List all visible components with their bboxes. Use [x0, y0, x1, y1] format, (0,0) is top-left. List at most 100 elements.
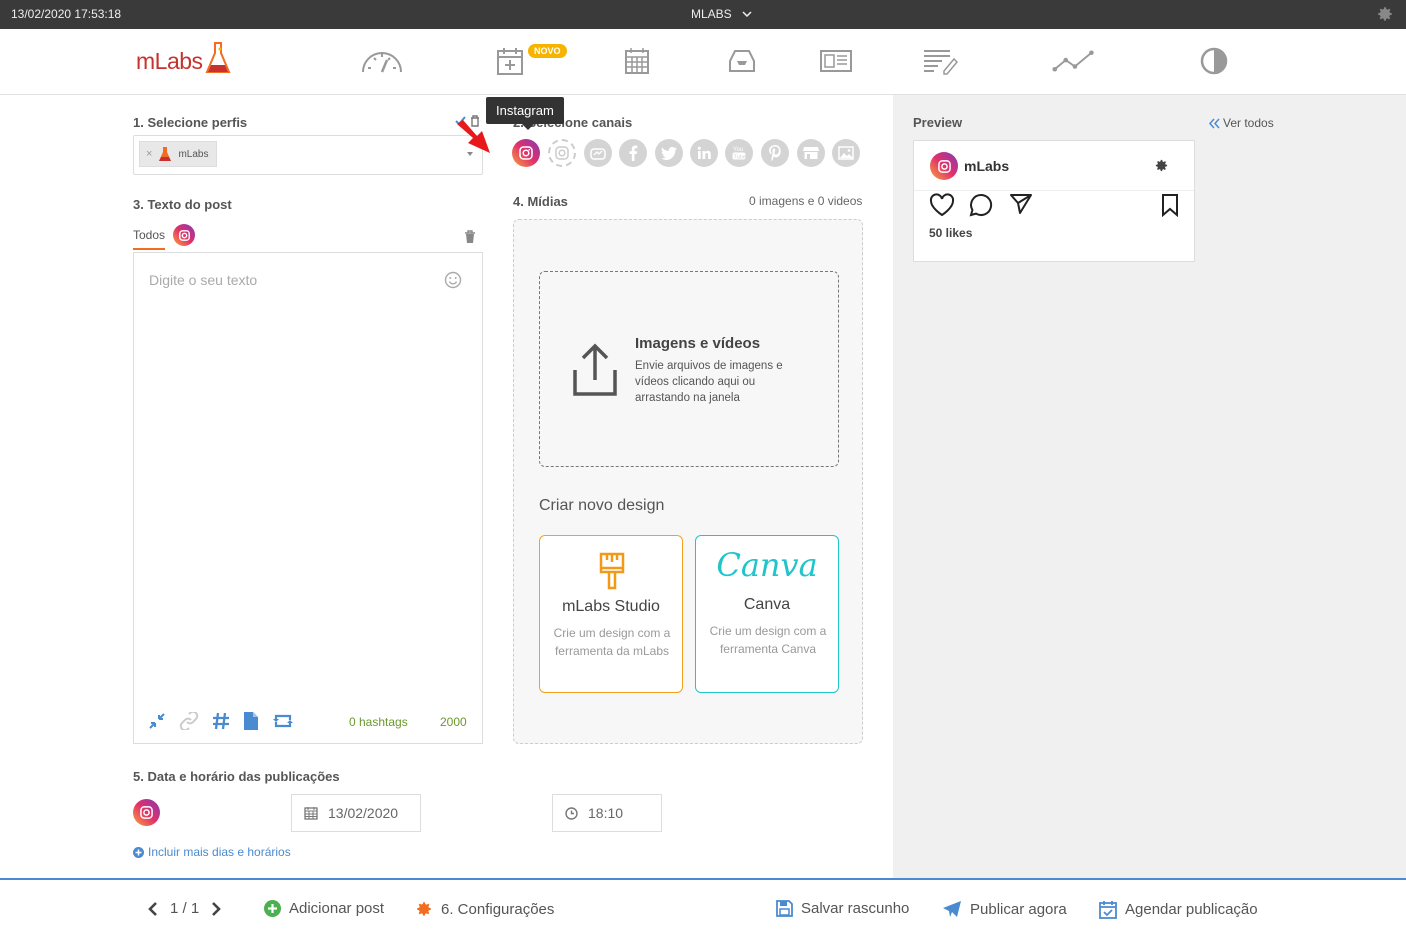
- arrow-pointer-icon: [457, 120, 490, 153]
- instagram-icon: [140, 806, 153, 819]
- text-tabs: Todos: [133, 224, 196, 246]
- channel-google-my-business[interactable]: [797, 139, 825, 167]
- calendar-icon: [304, 807, 318, 820]
- facebook-icon: [629, 145, 638, 161]
- inbox-icon[interactable]: [720, 43, 764, 79]
- calendar-icon[interactable]: [615, 43, 659, 79]
- channel-twitter[interactable]: [655, 139, 683, 167]
- igtv-icon: [590, 148, 606, 160]
- add-post-button[interactable]: Adicionar post: [264, 900, 384, 917]
- account-switcher[interactable]: MLABS: [691, 7, 752, 21]
- emoji-icon[interactable]: [444, 271, 462, 289]
- mlabs-studio-card[interactable]: mLabs Studio Crie um design com a ferram…: [539, 535, 683, 693]
- hashtags-counter: 0 hashtags: [349, 715, 408, 729]
- channel-image-post[interactable]: [832, 139, 860, 167]
- profiles-title: 1. Selecione perfis: [133, 115, 248, 130]
- save-draft-button[interactable]: Salvar rascunho: [776, 900, 909, 917]
- profile-chip[interactable]: × mLabs: [139, 141, 218, 167]
- gear-icon[interactable]: [1376, 5, 1394, 23]
- canva-card[interactable]: Canva Canva Crie um design com a ferrame…: [695, 535, 839, 693]
- dashboard-icon[interactable]: [360, 43, 404, 79]
- calendar-check-icon: [1099, 901, 1117, 919]
- channel-linkedin[interactable]: [690, 139, 718, 167]
- upload-icon: [573, 343, 617, 396]
- chevron-right-icon[interactable]: [211, 901, 222, 917]
- channel-pinterest[interactable]: [761, 139, 789, 167]
- preview-header: mLabs: [914, 141, 1194, 191]
- comment-icon[interactable]: [969, 193, 993, 217]
- time-value: 18:10: [588, 805, 624, 821]
- channel-instagram[interactable]: [512, 139, 540, 167]
- add-more-dates-link[interactable]: Incluir mais dias e horários: [133, 845, 291, 859]
- remove-chip-icon[interactable]: ×: [146, 148, 152, 160]
- image-icon: [838, 146, 854, 160]
- trash-icon[interactable]: [464, 230, 476, 244]
- preview-avatar: [930, 152, 958, 180]
- chevron-left-icon[interactable]: [148, 901, 158, 917]
- instagram-icon: [519, 146, 533, 160]
- chevron-down-icon: [742, 11, 752, 17]
- calendar-add-icon[interactable]: [488, 43, 532, 79]
- send-icon[interactable]: [1009, 193, 1033, 215]
- datetime-readout: 13/02/2020 17:53:18: [11, 7, 122, 21]
- publish-now-button[interactable]: Publicar agora: [942, 900, 1067, 918]
- see-all-link[interactable]: Ver todos: [1209, 116, 1274, 130]
- channel-tooltip: Instagram: [486, 97, 564, 130]
- news-feed-icon[interactable]: [814, 43, 858, 79]
- schedule-publish-button[interactable]: Agendar publicação: [1099, 900, 1258, 919]
- flask-icon: [205, 42, 231, 73]
- preview-likes: 50 likes: [929, 226, 973, 240]
- pinterest-icon: [769, 145, 781, 161]
- post-text-area[interactable]: Digite o seu texto 0 hashtags 2000: [133, 252, 483, 744]
- shrink-url-icon[interactable]: [148, 712, 166, 730]
- mlabs-logo[interactable]: mLabs: [136, 41, 231, 75]
- preview-profile-name: mLabs: [964, 158, 1010, 174]
- main-nav: mLabs NOVO: [0, 29, 1406, 95]
- settings-button[interactable]: 6. Configurações: [415, 900, 554, 918]
- channel-youtube[interactable]: You Tube: [725, 139, 753, 167]
- bookmark-icon[interactable]: [1160, 193, 1180, 217]
- document-icon[interactable]: [243, 711, 259, 731]
- pie-chart-icon[interactable]: [1192, 43, 1236, 79]
- canva-logo: Canva: [716, 546, 818, 584]
- upload-description: Envie arquivos de imagens e vídeos clica…: [635, 360, 783, 404]
- post-text-placeholder: Digite o seu texto: [149, 272, 258, 288]
- preview-title: Preview: [913, 115, 963, 130]
- profile-select[interactable]: × mLabs: [133, 135, 483, 175]
- active-tab-indicator: [133, 248, 165, 250]
- upload-area[interactable]: Imagens e vídeos Envie arquivos de image…: [539, 271, 839, 467]
- youtube-icon: YouTube: [732, 147, 746, 160]
- profile-avatar: [159, 147, 172, 161]
- instagram-icon: [937, 159, 951, 173]
- instagram-preview-card: mLabs 50 likes: [913, 140, 1195, 262]
- twitter-icon: [661, 146, 677, 160]
- channel-instagram-stories[interactable]: [548, 139, 576, 167]
- mlabs-studio-description: Crie um design com a ferramenta da mLabs: [553, 626, 671, 658]
- reports-edit-icon[interactable]: [918, 43, 962, 79]
- channel-igtv[interactable]: [584, 139, 612, 167]
- post-text-title: 3. Texto do post: [133, 197, 232, 212]
- channel-facebook[interactable]: [619, 139, 647, 167]
- heart-icon[interactable]: [929, 193, 955, 217]
- time-field[interactable]: 18:10: [552, 794, 662, 832]
- repost-icon[interactable]: [272, 713, 294, 729]
- tab-all[interactable]: Todos: [133, 228, 165, 242]
- date-field[interactable]: 13/02/2020: [291, 794, 421, 832]
- gear-icon[interactable]: [1154, 158, 1169, 173]
- mlabs-studio-name: mLabs Studio: [562, 598, 660, 615]
- send-icon: [943, 901, 961, 917]
- paint-brush-icon: [599, 552, 625, 590]
- profile-chip-label: mLabs: [178, 148, 209, 160]
- hashtag-icon[interactable]: [212, 712, 230, 730]
- link-icon[interactable]: [179, 712, 199, 730]
- analytics-line-icon[interactable]: [1052, 43, 1096, 79]
- instagram-icon: [178, 229, 190, 241]
- create-design-heading: Criar novo design: [539, 497, 665, 514]
- double-chevron-left-icon: [1209, 118, 1220, 128]
- media-title: 4. Mídias: [513, 194, 568, 209]
- plus-circle-icon: [264, 900, 281, 917]
- svg-text:You: You: [733, 147, 743, 153]
- footer-bar: 1 / 1 Adicionar post 6. Configurações Sa…: [0, 878, 1406, 931]
- tab-instagram[interactable]: [173, 224, 196, 246]
- upload-title: Imagens e vídeos: [635, 335, 761, 352]
